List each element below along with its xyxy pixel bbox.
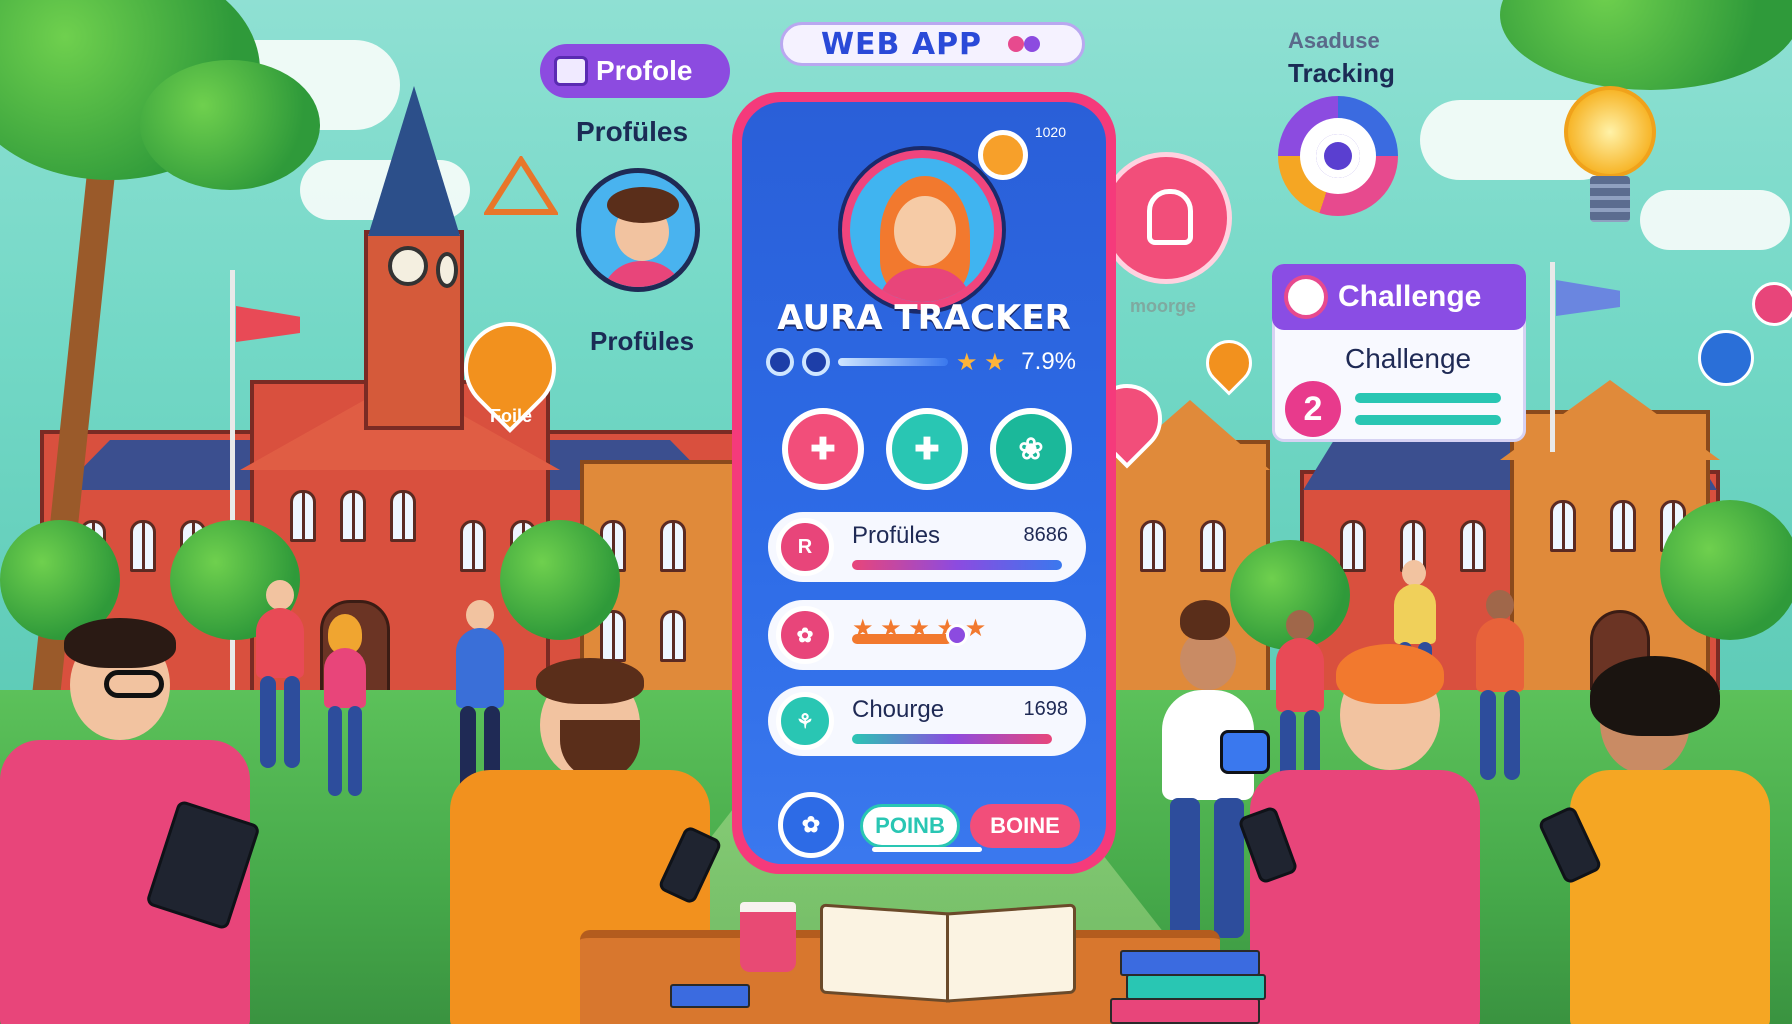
profile-icon bbox=[554, 56, 588, 86]
window bbox=[340, 490, 366, 542]
challenge-header: Challenge bbox=[1272, 264, 1526, 330]
profile-letter-icon: R bbox=[776, 518, 834, 576]
web-app-label: WEB APP bbox=[820, 26, 983, 62]
footer-icon-button[interactable]: ✿ bbox=[778, 792, 844, 858]
open-book-icon bbox=[946, 903, 1076, 1003]
charge-icon: ⚘ bbox=[776, 692, 834, 750]
charge-row-label: Chourge bbox=[852, 696, 945, 723]
boine-button[interactable]: BOINE bbox=[970, 804, 1080, 848]
rating-icon: ✿ bbox=[776, 606, 834, 664]
window bbox=[1140, 520, 1166, 572]
rating-slider-knob[interactable] bbox=[946, 624, 968, 646]
profiles-row-label: Profüles bbox=[852, 522, 941, 549]
window bbox=[1550, 500, 1576, 552]
student-avatar-icon[interactable] bbox=[576, 168, 700, 292]
stat-dot-icon bbox=[766, 348, 794, 376]
phone-frame: 1020 AURA TRACKER ★ ★ 7.9% ✚ ✚ ❀ R Profü… bbox=[732, 92, 1116, 874]
home-indicator[interactable] bbox=[872, 847, 982, 852]
tree-crown bbox=[1660, 500, 1792, 640]
window bbox=[1200, 520, 1226, 572]
open-book-icon bbox=[820, 903, 950, 1003]
stat-dot-icon bbox=[802, 348, 830, 376]
student-walking bbox=[320, 614, 370, 810]
student-with-tablet bbox=[0, 618, 280, 1024]
window bbox=[290, 490, 316, 542]
sun-badge-icon[interactable] bbox=[978, 130, 1028, 180]
lightbulb-icon bbox=[1564, 86, 1656, 178]
warning-triangle-icon bbox=[484, 156, 558, 215]
charge-row[interactable]: ⚘ Chourge 1698 bbox=[768, 686, 1086, 756]
aura-percent: 7.9% bbox=[1021, 348, 1076, 375]
clock-icon bbox=[388, 246, 428, 286]
running-figure-icon[interactable] bbox=[1698, 330, 1754, 386]
aura-stat-row: ★ ★ 7.9% bbox=[766, 344, 1076, 380]
window bbox=[660, 610, 686, 662]
student-with-phone bbox=[1537, 656, 1792, 1024]
profile-pill-label: Profole bbox=[596, 55, 693, 86]
challenge-card[interactable]: Challenge Challenge 2 bbox=[1272, 264, 1526, 442]
puzzle-icon bbox=[1008, 36, 1041, 52]
charge-row-value: 1698 bbox=[1023, 698, 1069, 720]
category-button-pink[interactable]: ✚ bbox=[782, 408, 864, 490]
tree-crown bbox=[140, 60, 320, 190]
tracking-caption: Tracking bbox=[1288, 58, 1395, 88]
tree-crown bbox=[500, 520, 620, 640]
profiles-caption-top: Profüles bbox=[576, 116, 689, 147]
side-badge-icon[interactable] bbox=[1752, 282, 1792, 326]
helmet-badge-icon[interactable] bbox=[1100, 152, 1232, 284]
window bbox=[660, 520, 686, 572]
challenge-progress-bar bbox=[1355, 415, 1501, 425]
lightbulb-base bbox=[1590, 176, 1630, 222]
window bbox=[390, 490, 416, 542]
window bbox=[1610, 500, 1636, 552]
profiles-caption-side: Profüles bbox=[590, 326, 695, 356]
user-avatar[interactable] bbox=[842, 150, 1002, 310]
points-button[interactable]: POINB bbox=[860, 804, 960, 848]
charge-progress-bar bbox=[852, 734, 1052, 744]
pin-label: Foile bbox=[490, 406, 533, 426]
app-title: AURA TRACKER bbox=[777, 298, 1071, 338]
tracking-caption-top: Asaduse bbox=[1288, 28, 1380, 53]
category-button-teal[interactable]: ✚ bbox=[886, 408, 968, 490]
book-stack bbox=[1110, 998, 1260, 1024]
book-stack bbox=[670, 984, 750, 1008]
student-with-phone bbox=[1237, 644, 1490, 1024]
profile-pill[interactable]: Profole bbox=[540, 44, 730, 98]
cloud bbox=[1640, 190, 1790, 250]
profiles-row[interactable]: R Profüles 8686 bbox=[768, 512, 1086, 582]
challenge-count: 2 bbox=[1285, 381, 1341, 437]
coffee-cup-icon bbox=[740, 902, 796, 972]
tower-spire bbox=[368, 86, 460, 236]
star-rating: ★ ★ bbox=[956, 348, 1006, 376]
aura-tracker-screen: 1020 AURA TRACKER ★ ★ 7.9% ✚ ✚ ❀ R Profü… bbox=[742, 102, 1106, 864]
profiles-row-value: 8686 bbox=[1023, 524, 1069, 546]
profiles-progress-bar bbox=[852, 560, 1062, 570]
web-app-chip: WEB APP bbox=[780, 22, 1085, 66]
target-icon bbox=[1278, 96, 1398, 216]
book-stack bbox=[1126, 974, 1266, 1000]
rating-row[interactable]: ✿ ★ ★ ★ ★ ★ bbox=[768, 600, 1086, 670]
window bbox=[1460, 520, 1486, 572]
status-number: 1020 bbox=[1034, 124, 1066, 140]
challenge-subtitle: Challenge bbox=[1345, 343, 1472, 374]
stat-track bbox=[838, 358, 948, 366]
faint-caption: moorge bbox=[1130, 296, 1197, 316]
rating-slider[interactable] bbox=[852, 634, 952, 644]
challenge-icon bbox=[1284, 275, 1328, 319]
category-button-green[interactable]: ❀ bbox=[990, 408, 1072, 490]
window bbox=[130, 520, 156, 572]
challenge-title: Challenge bbox=[1338, 280, 1482, 313]
clock-icon bbox=[436, 252, 458, 288]
flagpole bbox=[1550, 262, 1555, 452]
book-stack bbox=[1120, 950, 1260, 976]
challenge-progress-bar bbox=[1355, 393, 1501, 403]
window bbox=[1340, 520, 1366, 572]
window bbox=[460, 520, 486, 572]
